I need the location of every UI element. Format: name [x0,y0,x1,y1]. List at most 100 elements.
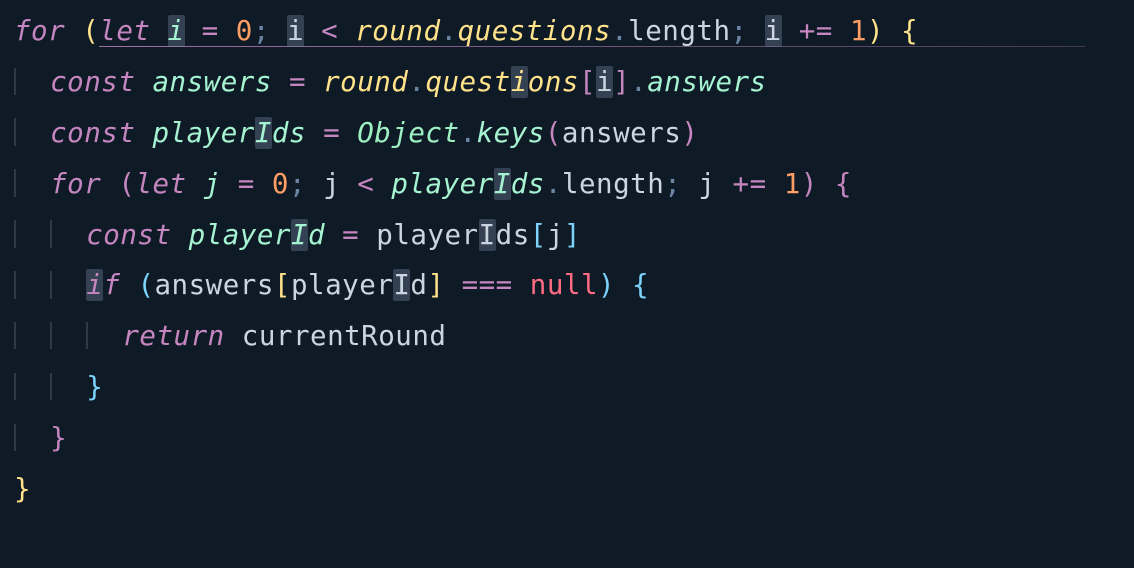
token-brk1: ) [867,15,884,47]
token-varY: quest [425,66,510,98]
token-space [187,168,204,200]
token-brk3: ( [137,269,154,301]
code-line[interactable]: } [14,464,1134,515]
token-ident: currentRound [242,320,447,352]
token-dot: . [460,117,477,149]
token-brk3: ) [598,269,615,301]
token-kw: i [86,269,103,301]
token-num: 1 [784,168,801,200]
token-op: = [323,117,340,149]
token-space [219,15,236,47]
token-var: I [494,168,511,200]
token-kw: const [50,66,135,98]
token-space [445,269,462,301]
token-space [225,320,242,352]
token-brk2: ) [681,117,698,149]
token-num: 0 [272,168,289,200]
code-editor[interactable]: for (let i = 0; i < round.questions.leng… [0,0,1134,515]
token-brk1: { [901,15,918,47]
token-space [65,15,82,47]
token-brk2: } [50,422,67,454]
token-ident: j [698,168,715,200]
token-kw: f [103,269,120,301]
token-space [255,168,272,200]
token-space [715,168,732,200]
token-op: += [799,15,833,47]
token-prop: answers [647,66,766,98]
token-null: null [530,269,598,301]
token-ident: I [479,219,496,251]
token-space [748,15,765,47]
token-ident: answers [562,117,681,149]
token-pnc: ; [664,168,681,200]
token-space [374,168,391,200]
token-var: ds [272,117,306,149]
token-ident: player [376,219,478,251]
token-var: player [152,117,254,149]
token-op: = [202,15,219,47]
token-pnc: ; [289,168,306,200]
token-num: 0 [236,15,253,47]
token-space [833,15,850,47]
token-ident: player [291,269,393,301]
token-space [340,168,357,200]
token-num: 1 [850,15,867,47]
code-line[interactable]: const playerIds = Object.keys(answers) [14,108,1134,159]
code-line[interactable]: } [14,413,1134,464]
token-brk2: [ [579,66,596,98]
token-var: i [168,15,185,47]
token-dot: . [545,168,562,200]
token-dot: . [611,15,628,47]
token-ident: length [562,168,664,200]
token-kw: let [135,168,186,200]
token-kw: return [122,320,224,352]
token-op: < [321,15,338,47]
token-ident: ds [496,219,530,251]
token-kw: for [50,168,101,200]
token-space [306,117,323,149]
token-ident: d [410,269,427,301]
token-varY: ons [528,66,579,98]
token-kw: let [99,15,150,47]
token-space [272,66,289,98]
token-space [338,15,355,47]
token-var: I [255,117,272,149]
token-kw: const [50,117,135,149]
token-space [884,15,901,47]
token-obj: Object [357,117,459,149]
code-line[interactable]: return currentRound [14,311,1134,362]
code-line[interactable]: if (answers[playerId] === null) { [14,260,1134,311]
token-ident: i [596,66,613,98]
token-space [681,168,698,200]
token-space [150,15,167,47]
token-pnc: ; [253,15,270,47]
token-space [270,15,287,47]
token-brk2: ] [613,66,630,98]
token-pnc: ; [731,15,748,47]
token-dot: . [630,66,647,98]
code-line[interactable]: } [14,362,1134,413]
code-line[interactable]: for (let j = 0; j < playerIds.length; j … [14,159,1134,210]
token-ident: j [323,168,340,200]
token-brk4: [ [274,269,291,301]
token-dot: . [408,66,425,98]
token-brk2: ) [801,168,818,200]
token-varY: i [511,66,528,98]
token-space [325,219,342,251]
token-brk2: { [835,168,852,200]
code-line[interactable]: const playerId = playerIds[j] [14,210,1134,261]
token-kw: for [14,15,65,47]
code-line[interactable]: const answers = round.questions[i].answe… [14,57,1134,108]
token-var: j [204,168,221,200]
token-ident: length [628,15,730,47]
token-brk3: [ [530,219,547,251]
code-line[interactable]: for (let i = 0; i < round.questions.leng… [14,6,1134,57]
token-var: player [189,219,291,251]
token-space [782,15,799,47]
token-space [101,168,118,200]
token-space [359,219,376,251]
token-brk1: ( [82,15,99,47]
token-var: d [308,219,325,251]
token-ident: answers [155,269,274,301]
token-op: === [462,269,513,301]
